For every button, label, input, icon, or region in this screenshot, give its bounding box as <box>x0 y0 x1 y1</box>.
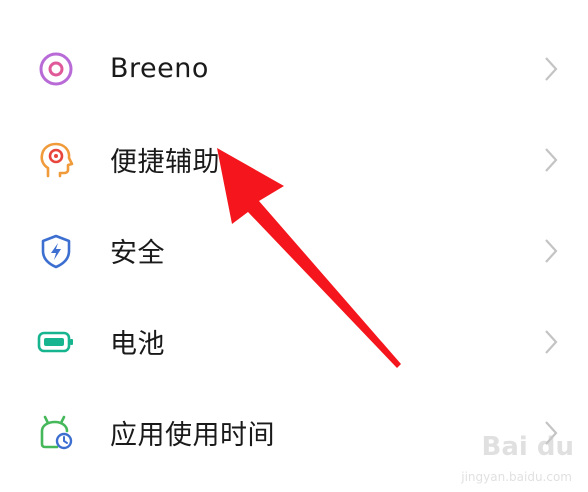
app-usage-time-icon <box>37 414 75 452</box>
baidu-watermark-logo: Bai du jingyan.baidu.com <box>448 430 578 486</box>
settings-item-security[interactable]: 安全 <box>0 205 588 296</box>
settings-item-label: Breeno <box>110 53 209 84</box>
settings-item-breeno[interactable]: Breeno <box>0 23 588 114</box>
watermark-subtitle: jingyan.baidu.com <box>461 470 572 484</box>
settings-list: Breeno 便捷辅助 安全 电池 应用使用时间 <box>0 23 588 478</box>
chevron-right-icon <box>545 329 558 354</box>
chevron-right-icon <box>545 147 558 172</box>
security-shield-icon <box>37 232 75 270</box>
settings-item-label: 安全 <box>110 238 165 269</box>
settings-item-label: 便捷辅助 <box>110 147 220 178</box>
settings-screen: Breeno 便捷辅助 安全 电池 应用使用时间 Bai du jingyan.… <box>0 0 588 492</box>
assist-head-icon <box>37 141 75 179</box>
settings-item-label: 电池 <box>110 329 165 360</box>
settings-item-battery[interactable]: 电池 <box>0 296 588 387</box>
settings-item-label: 应用使用时间 <box>110 420 275 451</box>
chevron-right-icon <box>545 238 558 263</box>
breeno-icon <box>37 50 75 88</box>
chevron-right-icon <box>545 56 558 81</box>
battery-icon <box>37 323 75 361</box>
watermark-brand: Bai du <box>481 432 574 462</box>
settings-item-convenience-assist[interactable]: 便捷辅助 <box>0 114 588 205</box>
